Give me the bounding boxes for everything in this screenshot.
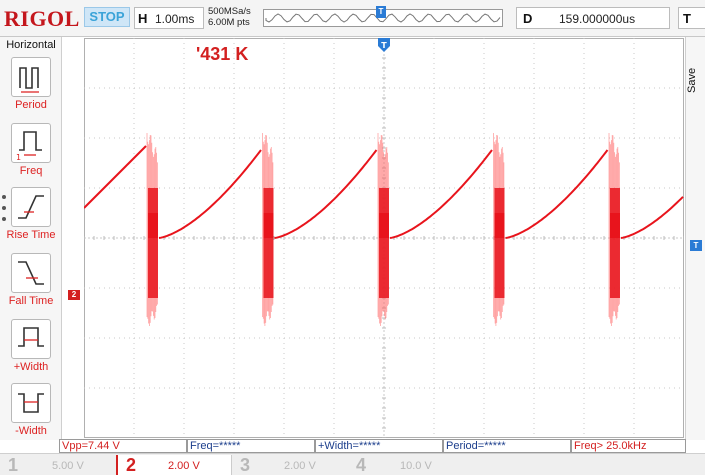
channel-3-tab[interactable]: 3 2.00 V: [232, 455, 348, 475]
trigger-level-marker[interactable]: T: [690, 240, 702, 251]
channel-bar: 1 5.00 V 2 2.00 V 3 2.00 V 4 10.0 V: [0, 453, 705, 475]
waveform-display[interactable]: T '431 K: [83, 37, 685, 439]
rise-time-icon: [11, 187, 51, 227]
measure-frequency-label: Freq: [19, 165, 43, 177]
measurement-period[interactable]: Period=*****: [443, 439, 571, 453]
measure-frequency-button[interactable]: 1 Freq: [0, 123, 62, 183]
measurement-results: Vpp=7.44 V Freq=***** +Width=***** Perio…: [59, 439, 686, 453]
measure-positive-width-label: +Width: [13, 361, 49, 373]
measure-fall-time-label: Fall Time: [8, 295, 54, 307]
measurement-vpp[interactable]: Vpp=7.44 V: [59, 439, 187, 453]
measure-rise-time-button[interactable]: Rise Time: [0, 187, 62, 247]
channel-2-number: 2: [126, 455, 137, 475]
save-tab[interactable]: Save: [686, 60, 704, 100]
measurement-freq-text: Freq=*****: [190, 440, 241, 452]
channel-2-scale: 2.00 V: [168, 460, 200, 472]
measure-negative-width-button[interactable]: -Width: [0, 383, 62, 443]
channel-3-number: 3: [240, 455, 251, 475]
top-status-bar: RIGOL STOP H 1.00ms 500MSa/s 6.00M pts T…: [0, 0, 705, 37]
ringing-burst: [262, 133, 274, 326]
measurement-freq[interactable]: Freq=*****: [187, 439, 315, 453]
measurement-freq-limit[interactable]: Freq> 25.0kHz: [571, 439, 686, 453]
horizontal-letter: H: [138, 11, 148, 26]
measurement-pwidth-text: +Width=*****: [318, 440, 381, 452]
measurement-period-text: Period=*****: [446, 440, 506, 452]
rigol-logo: RIGOL: [4, 6, 80, 31]
channel-2-trace: [83, 133, 684, 326]
measurement-freq-limit-text: Freq> 25.0kHz: [574, 440, 647, 452]
menu-title: Horizontal: [6, 39, 56, 51]
fall-time-icon: [11, 253, 51, 293]
channel-2-tab[interactable]: 2 2.00 V: [116, 455, 232, 475]
measure-period-button[interactable]: Period: [0, 57, 62, 117]
channel-1-tab[interactable]: 1 5.00 V: [0, 455, 116, 475]
trigger-position-marker: T: [378, 38, 390, 52]
negative-width-icon: [11, 383, 51, 423]
ringing-burst: [377, 133, 389, 326]
svg-text:1: 1: [16, 153, 21, 162]
frequency-icon: 1: [11, 123, 51, 163]
period-icon: [11, 57, 51, 97]
horizontal-measure-menu: Horizontal Period 1 Freq Rise Time Fall …: [0, 37, 62, 440]
run-stop-status[interactable]: STOP: [84, 7, 130, 27]
measure-fall-time-button[interactable]: Fall Time: [0, 253, 62, 313]
ringing-burst: [146, 133, 158, 326]
memory-depth: 6.00M pts: [208, 17, 250, 28]
channel-1-number: 1: [8, 455, 19, 475]
measure-positive-width-button[interactable]: +Width: [0, 319, 62, 379]
positive-width-icon: [11, 319, 51, 359]
waveform-annotation: '431 K: [196, 44, 249, 64]
channel-1-scale: 5.00 V: [52, 460, 84, 472]
channel-4-number: 4: [356, 455, 367, 475]
ringing-burst: [493, 133, 505, 326]
trigger-box[interactable]: T: [678, 7, 705, 29]
ringing-burst: [608, 133, 620, 326]
horizontal-scale-value: 1.00ms: [155, 12, 195, 26]
channel-3-scale: 2.00 V: [284, 460, 316, 472]
measurement-pwidth[interactable]: +Width=*****: [315, 439, 443, 453]
channel-4-tab[interactable]: 4 10.0 V: [348, 455, 464, 475]
svg-text:T: T: [381, 41, 387, 50]
delay-letter: D: [523, 11, 533, 26]
horizontal-scale-box[interactable]: H 1.00ms: [134, 7, 204, 29]
channel-2-offset-marker[interactable]: 2: [68, 290, 80, 300]
sample-rate: 500MSa/s: [208, 6, 251, 17]
measure-rise-time-label: Rise Time: [6, 229, 56, 241]
measure-negative-width-label: -Width: [15, 425, 47, 437]
delay-box[interactable]: D 159.000000us: [516, 7, 670, 29]
measurement-vpp-text: Vpp=7.44 V: [62, 440, 120, 452]
delay-value: 159.000000us: [559, 12, 636, 26]
waveform-canvas: T: [83, 37, 685, 439]
trigger-letter: T: [683, 11, 691, 26]
acquisition-info: 500MSa/s 6.00M pts: [208, 6, 251, 28]
measure-period-label: Period: [15, 99, 47, 111]
memory-trigger-flag: T: [376, 6, 386, 18]
channel-4-scale: 10.0 V: [400, 460, 432, 472]
